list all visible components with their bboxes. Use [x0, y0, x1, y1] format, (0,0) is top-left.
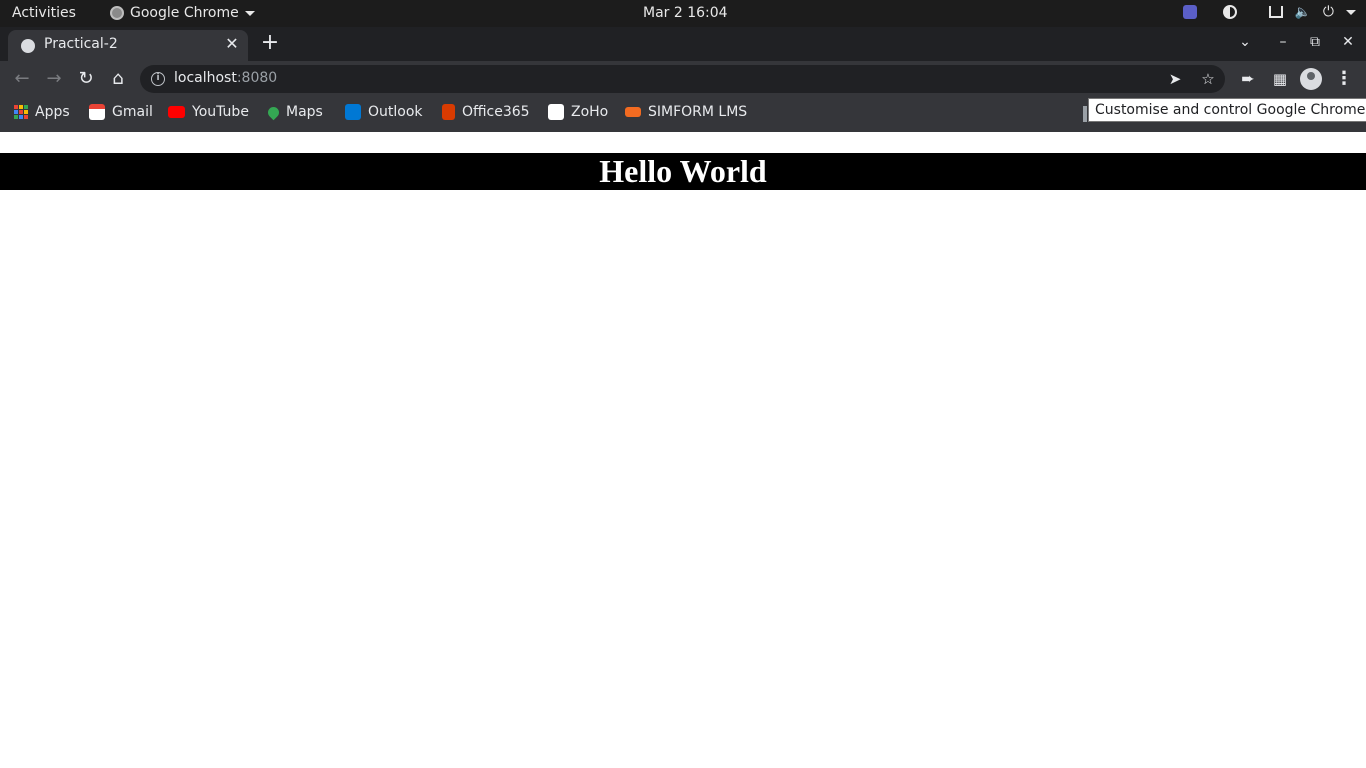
url-host: localhost	[174, 70, 237, 86]
teams-icon[interactable]	[1182, 5, 1197, 19]
puzzle-icon[interactable]: ▦	[1269, 68, 1291, 90]
night-light-icon[interactable]	[1222, 5, 1237, 19]
tab-practical-2[interactable]: Practical-2 ✕	[8, 30, 248, 61]
home-icon[interactable]: ⌂	[107, 68, 129, 90]
chrome-icon	[110, 6, 124, 20]
back-icon[interactable]: ←	[11, 68, 33, 90]
power-icon[interactable]: ⏻	[1323, 4, 1334, 20]
gmail-icon	[89, 104, 105, 120]
clock[interactable]: Mar 2 16:04	[643, 5, 728, 21]
bookmark-maps[interactable]: Maps	[265, 104, 323, 120]
bookmark-label: Apps	[35, 104, 70, 120]
url-port: :8080	[236, 70, 278, 86]
maximize-icon[interactable]: ⧉	[1304, 34, 1326, 50]
bookmark-apps[interactable]: Apps	[14, 104, 70, 120]
forward-icon[interactable]: →	[43, 68, 65, 90]
browser-toolbar: ← → ↻ ⌂ i localhost:8080 ➤ ☆ ➨ ▦	[0, 61, 1366, 97]
tab-search-icon[interactable]: ⌄	[1234, 34, 1256, 50]
url-text[interactable]: localhost:8080	[174, 70, 277, 86]
app-menu-label: Google Chrome	[130, 5, 239, 21]
bookmark-youtube[interactable]: YouTube	[168, 104, 249, 120]
network-icon[interactable]	[1268, 6, 1283, 18]
apps-icon	[14, 105, 28, 119]
bookmark-label: Maps	[286, 104, 323, 120]
profile-avatar-icon[interactable]	[1300, 68, 1322, 90]
bookmark-outlook[interactable]: Outlook	[345, 104, 423, 120]
tab-strip: Practical-2 ✕	[0, 27, 1366, 61]
system-tray[interactable]: 🔈 ⏻	[1182, 4, 1356, 20]
bookmark-office365[interactable]: Office365	[442, 104, 530, 120]
outlook-icon	[345, 104, 361, 120]
bookmark-label: Outlook	[368, 104, 423, 120]
bookmark-label: ZoHo	[571, 104, 609, 120]
simform-icon	[625, 107, 641, 117]
new-tab-button[interactable]: +	[258, 32, 282, 56]
bookmark-overflow-divider	[1083, 106, 1087, 122]
zoho-icon	[548, 104, 564, 120]
menu-dots-icon[interactable]: ⋮	[1334, 68, 1354, 90]
bookmark-star-icon[interactable]: ☆	[1198, 69, 1218, 89]
menu-tooltip: Customise and control Google Chrome	[1088, 98, 1366, 122]
bookmark-label: Gmail	[112, 104, 153, 120]
office365-icon	[442, 104, 455, 120]
bookmark-zoho[interactable]: ZoHo	[548, 104, 608, 120]
chevron-down-icon	[244, 10, 255, 16]
activities-button[interactable]: Activities	[12, 5, 76, 21]
page-heading: Hello World	[0, 153, 1366, 190]
bookmark-simform-lms[interactable]: SIMFORM LMS	[625, 104, 747, 120]
bookmark-label: SIMFORM LMS	[648, 104, 748, 120]
chevron-down-icon[interactable]	[1346, 9, 1356, 15]
page-viewport: Hello World	[0, 132, 1366, 768]
info-icon[interactable]: i	[151, 72, 165, 86]
tab-title: Practical-2	[44, 36, 118, 52]
close-window-icon[interactable]: ✕	[1337, 34, 1359, 50]
volume-icon[interactable]: 🔈	[1295, 5, 1311, 20]
send-icon[interactable]: ➤	[1165, 69, 1185, 89]
globe-icon	[21, 39, 35, 53]
app-menu[interactable]: Google Chrome	[110, 5, 255, 21]
system-top-bar: Activities Google Chrome Mar 2 16:04 🔈 ⏻	[0, 0, 1366, 27]
close-tab-icon[interactable]: ✕	[224, 35, 240, 53]
extension-arrow-icon[interactable]: ➨	[1237, 68, 1259, 90]
maps-icon	[265, 104, 282, 120]
address-bar[interactable]: i localhost:8080 ➤ ☆	[140, 65, 1225, 93]
bookmark-label: YouTube	[192, 104, 249, 120]
bookmark-label: Office365	[462, 104, 530, 120]
bookmark-gmail[interactable]: Gmail	[89, 104, 153, 120]
youtube-icon	[168, 106, 185, 118]
minimize-icon[interactable]: –	[1272, 34, 1294, 50]
reload-icon[interactable]: ↻	[75, 68, 97, 90]
